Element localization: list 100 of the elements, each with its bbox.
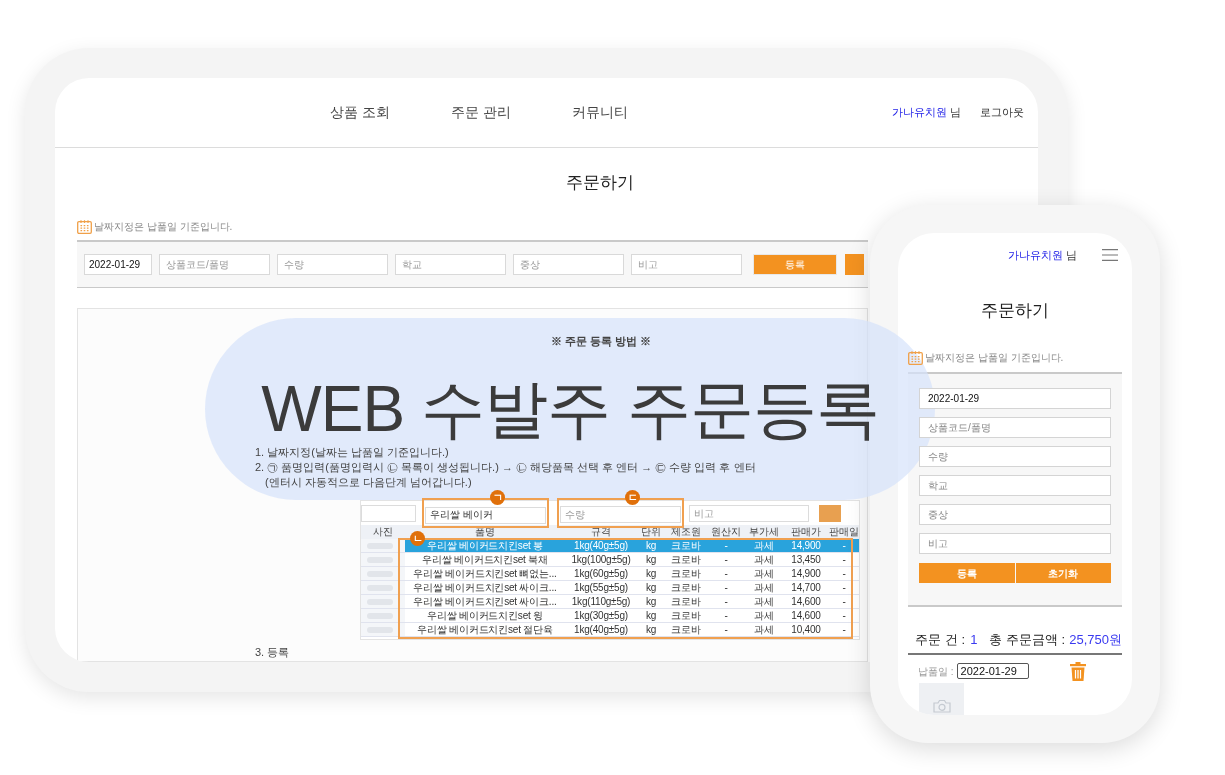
table-cell: - bbox=[842, 595, 846, 608]
input-field[interactable]: 상품코드/품명 bbox=[919, 417, 1111, 438]
table-cell: - bbox=[724, 553, 728, 566]
table-cell: 우리쌀 베이커드치킨set 뼈없는... bbox=[413, 567, 557, 580]
table-cell: 14,900 bbox=[791, 567, 821, 580]
table-cell: 과세 bbox=[754, 553, 774, 566]
table-cell: 1kg(30g±5g) bbox=[574, 609, 628, 622]
table-cell: 우리쌀 베이커드치킨set 북채 bbox=[422, 553, 548, 566]
table-cell: 1kg(55g±5g) bbox=[574, 581, 628, 594]
user-name[interactable]: 가나유치원 bbox=[1008, 246, 1063, 264]
table-cell: 과세 bbox=[754, 609, 774, 622]
input-field[interactable]: 비고 bbox=[631, 254, 742, 275]
table-cell: 우리쌀 베이커드치킨set 윙 bbox=[427, 609, 543, 622]
table-cell: 우리쌀 베이커드치킨set 싸이크... bbox=[413, 595, 557, 608]
table-cell: 1kg(60g±5g) bbox=[574, 567, 628, 580]
table-cell: - bbox=[842, 553, 846, 566]
input-field[interactable]: 학교 bbox=[919, 475, 1111, 496]
column-header: 판매가 bbox=[791, 525, 821, 539]
input-field[interactable]: 수량 bbox=[919, 446, 1111, 467]
date-note: 날짜지정은 납품일 기준입니다. bbox=[94, 221, 233, 233]
table-row[interactable]: 우리쌀 베이커드치킨set 절단육 1kg(40g±5g) kg 크로바 - 과세 10,400 - bbox=[361, 623, 859, 637]
table-cell: kg bbox=[645, 595, 657, 608]
column-header: 원산지 bbox=[711, 525, 741, 539]
table-row[interactable]: 우리쌀 베이커드치킨set 윙 1kg(30g±5g) kg 크로바 - 과세 14,600 - bbox=[361, 609, 859, 623]
table-cell: 크로바 bbox=[671, 623, 701, 636]
guide-step: 1. 날짜지정(날짜는 납품일 기준입니다.) bbox=[255, 445, 449, 460]
column-header: 규격 bbox=[591, 525, 611, 539]
camera-icon bbox=[932, 699, 951, 713]
input-field[interactable]: 수량 bbox=[277, 254, 388, 275]
table-cell: 크로바 bbox=[671, 581, 701, 594]
table-cell: - bbox=[724, 539, 728, 552]
table-cell: - bbox=[724, 567, 728, 580]
input-field[interactable]: 2022-01-29 bbox=[919, 388, 1111, 409]
nav-link[interactable]: 주문 관리 bbox=[450, 102, 511, 123]
menu-icon[interactable] bbox=[1102, 249, 1118, 261]
order-total-label: 총 주문금액 : bbox=[989, 632, 1066, 648]
table-cell: 크로바 bbox=[671, 553, 701, 566]
guide-heading: ※ 주문 등록 방법 ※ bbox=[550, 334, 652, 348]
input-field[interactable]: 비고 bbox=[689, 504, 809, 522]
nav-link[interactable]: 커뮤니티 bbox=[571, 102, 628, 123]
input-field[interactable]: 우리쌀 베이커 bbox=[425, 506, 546, 524]
table-cell: 우리쌀 베이커드치킨set 절단육 bbox=[417, 623, 553, 636]
logout-link[interactable]: 로그아웃 bbox=[980, 104, 1024, 121]
table-cell: - bbox=[724, 623, 728, 636]
table-cell: 14,900 bbox=[791, 539, 821, 552]
table-cell: - bbox=[842, 567, 846, 580]
table-cell: 우리쌀 베이커드치킨set 봉 bbox=[427, 539, 543, 552]
table-cell: - bbox=[842, 609, 846, 622]
order-total: 25,750원 bbox=[1069, 632, 1122, 648]
table-cell: kg bbox=[645, 581, 657, 594]
page-title: 주문하기 bbox=[566, 172, 634, 194]
input-field[interactable]: 상품코드/품명 bbox=[159, 254, 270, 275]
table-cell: kg bbox=[645, 567, 657, 580]
input-field[interactable]: 중상 bbox=[919, 504, 1111, 525]
table-cell: 과세 bbox=[754, 623, 774, 636]
input-field[interactable]: 중상 bbox=[513, 254, 624, 275]
input-field[interactable] bbox=[361, 504, 416, 522]
table-row[interactable]: 우리쌀 베이커드치킨set 싸이크... 1kg(55g±5g) kg 크로바 - 과세 14,700 - bbox=[361, 581, 859, 595]
table-cell: 14,600 bbox=[791, 595, 821, 608]
date-note: 날짜지정은 납품일 기준입니다. bbox=[925, 352, 1064, 364]
table-cell: 크로바 bbox=[671, 567, 701, 580]
order-count-label: 주문 건 : bbox=[915, 632, 966, 648]
column-header: 부가세 bbox=[749, 525, 779, 539]
table-cell: 14,600 bbox=[791, 609, 821, 622]
table-cell: 크로바 bbox=[671, 595, 701, 608]
input-field[interactable]: 학교 bbox=[395, 254, 506, 275]
table-cell: 크로바 bbox=[671, 609, 701, 622]
input-field[interactable]: 수량 bbox=[560, 506, 681, 523]
table-cell: 과세 bbox=[754, 539, 774, 552]
table-row[interactable]: 우리쌀 베이커드치킨set 뼈없는... 1kg(60g±5g) kg 크로바 - 과세 14,900 - bbox=[361, 567, 859, 581]
guide-step-note: (엔터시 자동적으로 다음단계 넘어갑니다.) bbox=[265, 475, 472, 490]
order-count: 1 bbox=[970, 632, 978, 648]
table-cell: 14,700 bbox=[791, 581, 821, 594]
table-cell: - bbox=[842, 539, 846, 552]
table-cell: 1kg(100g±5g) bbox=[571, 553, 631, 566]
nav-link[interactable]: 상품 조회 bbox=[330, 102, 390, 123]
column-header: 판매일 bbox=[829, 525, 859, 539]
table-cell: 과세 bbox=[754, 595, 774, 608]
column-header: 사진 bbox=[373, 525, 393, 539]
table-cell: 1kg(40g±5g) bbox=[574, 623, 628, 636]
table-cell: 과세 bbox=[754, 567, 774, 580]
table-cell: kg bbox=[645, 539, 657, 552]
table-cell: 과세 bbox=[754, 581, 774, 594]
input-field[interactable]: 2022-01-29 bbox=[84, 254, 152, 275]
table-row[interactable]: 우리쌀 베이커드치킨set 북채 1kg(100g±5g) kg 크로바 - 과세 13,450 - bbox=[361, 553, 859, 567]
input-field[interactable]: 비고 bbox=[919, 533, 1111, 554]
table-cell: 1kg(40g±5g) bbox=[574, 539, 628, 552]
date-field[interactable]: 2022-01-29 bbox=[956, 663, 1029, 679]
guide-step: 2. ㉠ 품명입력(품명입력시 ㉡ 목록이 생성됩니다.) → ㉡ 해당품목 선택 후 엔터 → ㉢ 수량 입력 후 엔터 bbox=[255, 460, 756, 475]
table-cell: kg bbox=[645, 623, 657, 636]
table-cell: 크로바 bbox=[671, 539, 701, 552]
table-cell: - bbox=[724, 609, 728, 622]
user-name[interactable]: 가나유치원 bbox=[892, 104, 947, 121]
table-cell: - bbox=[724, 581, 728, 594]
banner-title: WEB 수발주 주문등록 bbox=[261, 374, 879, 444]
trash-icon[interactable] bbox=[1070, 661, 1086, 681]
search-button[interactable] bbox=[819, 504, 841, 522]
table-cell: kg bbox=[645, 609, 657, 622]
table-row[interactable]: 우리쌀 베이커드치킨set 싸이크... 1kg(110g±5g) kg 크로바 - 과세 14,600 - bbox=[361, 595, 859, 609]
table-cell: 13,450 bbox=[791, 553, 821, 566]
